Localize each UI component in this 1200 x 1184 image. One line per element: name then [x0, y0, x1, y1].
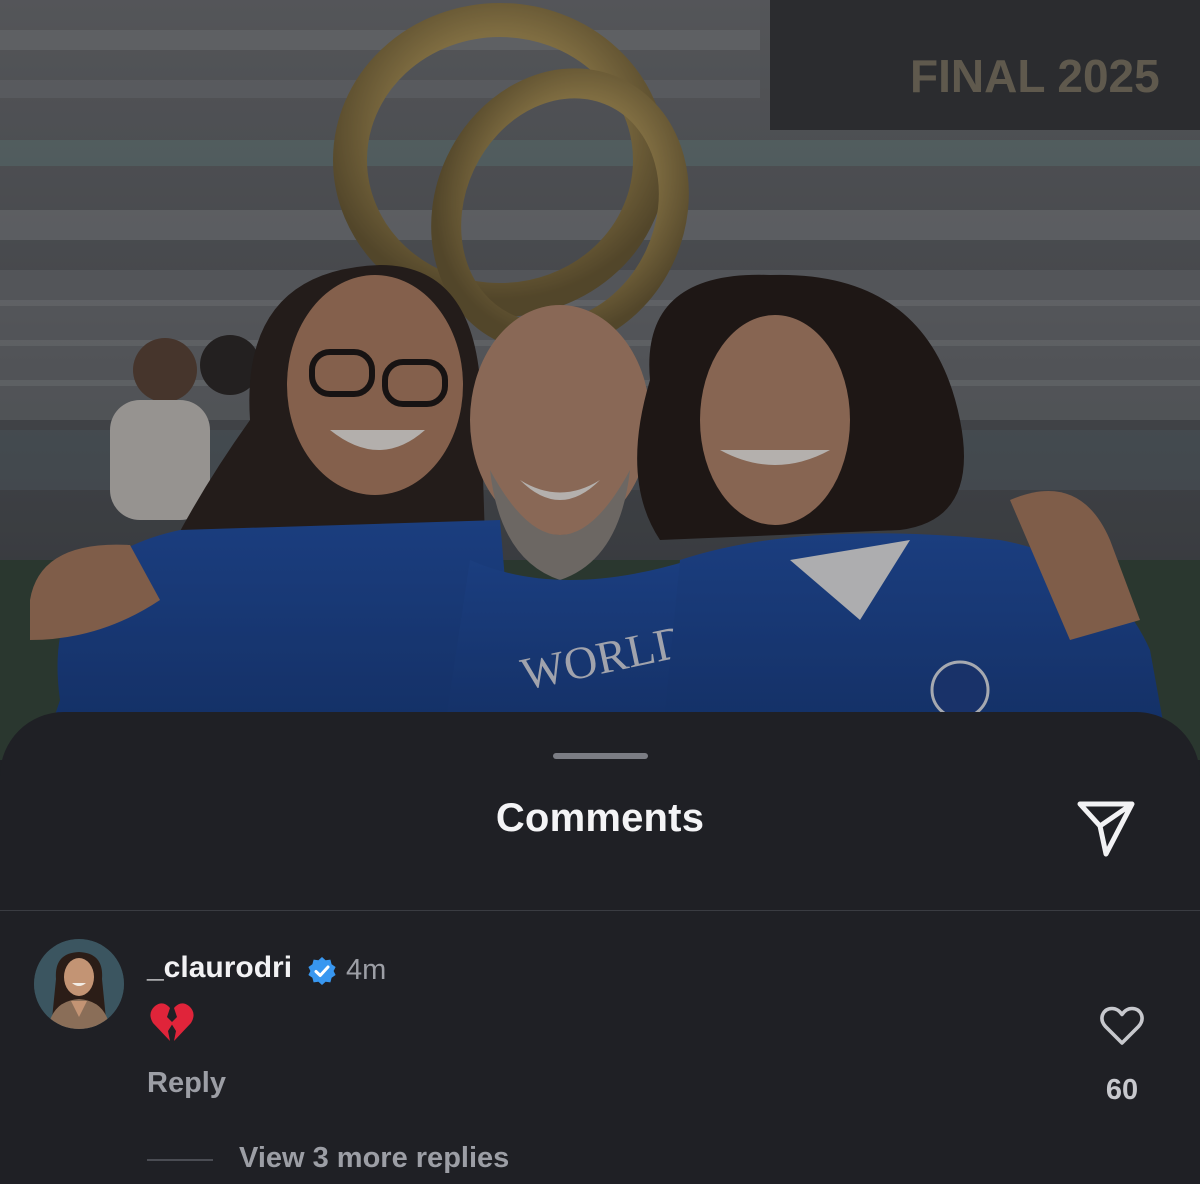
header-divider [0, 910, 1200, 911]
comments-sheet: Comments _claurodri 4m Reply 60 View 3 m… [0, 712, 1200, 1184]
comment-text: 💔 [149, 1001, 195, 1045]
avatar-image [34, 939, 124, 1029]
heart-outline-icon [1100, 1006, 1144, 1045]
paper-plane-icon [1077, 801, 1135, 857]
avatar[interactable] [34, 939, 124, 1029]
sheet-grabber[interactable] [553, 753, 648, 759]
verified-badge-icon [308, 957, 336, 985]
post-photo: FINAL 2025 WORLD CHAMPIONS [0, 0, 1200, 760]
sheet-title: Comments [495, 796, 705, 840]
comment-text-value: 💔 [195, 1001, 196, 1002]
post-screen: FINAL 2025 WORLD CHAMPIONS [0, 0, 1200, 1184]
comment-username[interactable]: _claurodri [147, 951, 292, 985]
broken-heart-emoji [150, 1003, 194, 1041]
share-button[interactable] [1068, 790, 1144, 866]
view-more-replies-button[interactable]: View 3 more replies [239, 1142, 509, 1175]
like-count: 60 [1105, 1074, 1139, 1106]
replies-divider-line [147, 1159, 213, 1161]
comment-timestamp: 4m [346, 954, 387, 986]
like-button[interactable] [1096, 1000, 1148, 1052]
photo-dim-overlay [0, 0, 1200, 760]
reply-button[interactable]: Reply [147, 1067, 226, 1100]
comment-item: _claurodri 4m 💔 Reply 60 Vi [0, 922, 1200, 1184]
